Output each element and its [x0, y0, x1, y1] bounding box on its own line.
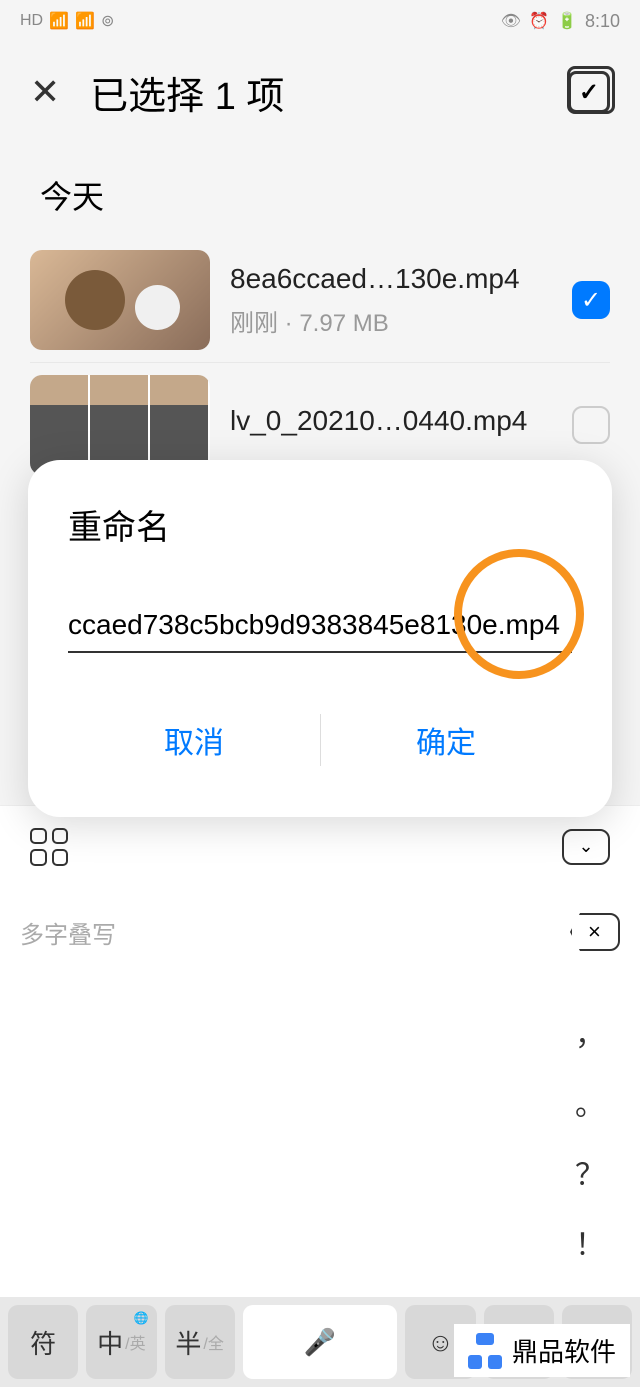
file-meta: 刚刚 · 7.97 MB — [230, 303, 552, 338]
keyboard-toolbar: ⌄ — [0, 805, 640, 887]
video-thumbnail — [30, 250, 210, 350]
confirm-button[interactable]: 确定 — [320, 703, 572, 777]
alarm-icon: ⏰ — [529, 11, 549, 31]
file-name: 8ea6ccaed…130e.mp4 — [230, 263, 552, 295]
watermark-icon — [468, 1333, 504, 1369]
sync-icon: ⊚ — [101, 11, 114, 31]
clock: 8:10 — [585, 11, 620, 32]
dialog-title: 重命名 — [68, 500, 572, 599]
wifi-icon: 📶 — [75, 11, 95, 31]
rename-dialog: 重命名 取消 确定 — [28, 460, 612, 817]
suggestion-text: 多字叠写 — [20, 915, 116, 950]
keyboard-handwriting-area[interactable]: ， 。 ？ ！ — [0, 977, 640, 1297]
checkbox-unchecked[interactable] — [572, 406, 610, 444]
mic-icon: 🎤 — [304, 1327, 336, 1358]
status-bar: HD 📶 📶 ⊚ 👁 ⏰ 🔋 8:10 — [0, 0, 640, 42]
section-today: 今天 — [0, 142, 640, 238]
key-lang[interactable]: 🌐中/英 — [86, 1305, 156, 1379]
watermark: 鼎品软件 — [454, 1324, 630, 1377]
key-space[interactable]: 🎤 — [243, 1305, 398, 1379]
file-name: lv_0_20210…0440.mp4 — [230, 405, 552, 437]
key-symbol[interactable]: 符 — [8, 1305, 78, 1379]
keyboard-suggestion-bar: 多字叠写 — [0, 887, 640, 977]
hd-icon: HD — [20, 12, 43, 30]
punct-comma[interactable]: ， — [570, 1010, 610, 1054]
select-all-button[interactable] — [568, 71, 610, 113]
emoji-icon: ☺ — [427, 1327, 454, 1358]
key-width[interactable]: 半/全 — [165, 1305, 235, 1379]
checkbox-checked[interactable]: ✓ — [572, 281, 610, 319]
cancel-button[interactable]: 取消 — [68, 703, 320, 777]
file-list: 8ea6ccaed…130e.mp4 刚刚 · 7.97 MB ✓ lv_0_2… — [0, 238, 640, 487]
page-title: 已选择 1 项 — [90, 65, 538, 120]
rename-input[interactable] — [68, 599, 572, 653]
backspace-icon[interactable] — [570, 913, 620, 951]
file-item[interactable]: 8ea6ccaed…130e.mp4 刚刚 · 7.97 MB ✓ — [30, 238, 610, 363]
punct-exclaim[interactable]: ！ — [570, 1220, 610, 1264]
close-icon[interactable]: ✕ — [30, 71, 60, 113]
battery-icon: 🔋 — [557, 11, 577, 31]
signal-icon: 📶 — [49, 11, 69, 31]
grid-icon[interactable] — [30, 828, 68, 866]
eye-icon: 👁 — [501, 11, 521, 31]
globe-icon: 🌐 — [134, 1311, 149, 1325]
punct-period[interactable]: 。 — [570, 1080, 610, 1124]
selection-header: ✕ 已选择 1 项 — [0, 42, 640, 142]
collapse-keyboard-icon[interactable]: ⌄ — [562, 829, 610, 865]
punct-question[interactable]: ？ — [570, 1150, 610, 1194]
